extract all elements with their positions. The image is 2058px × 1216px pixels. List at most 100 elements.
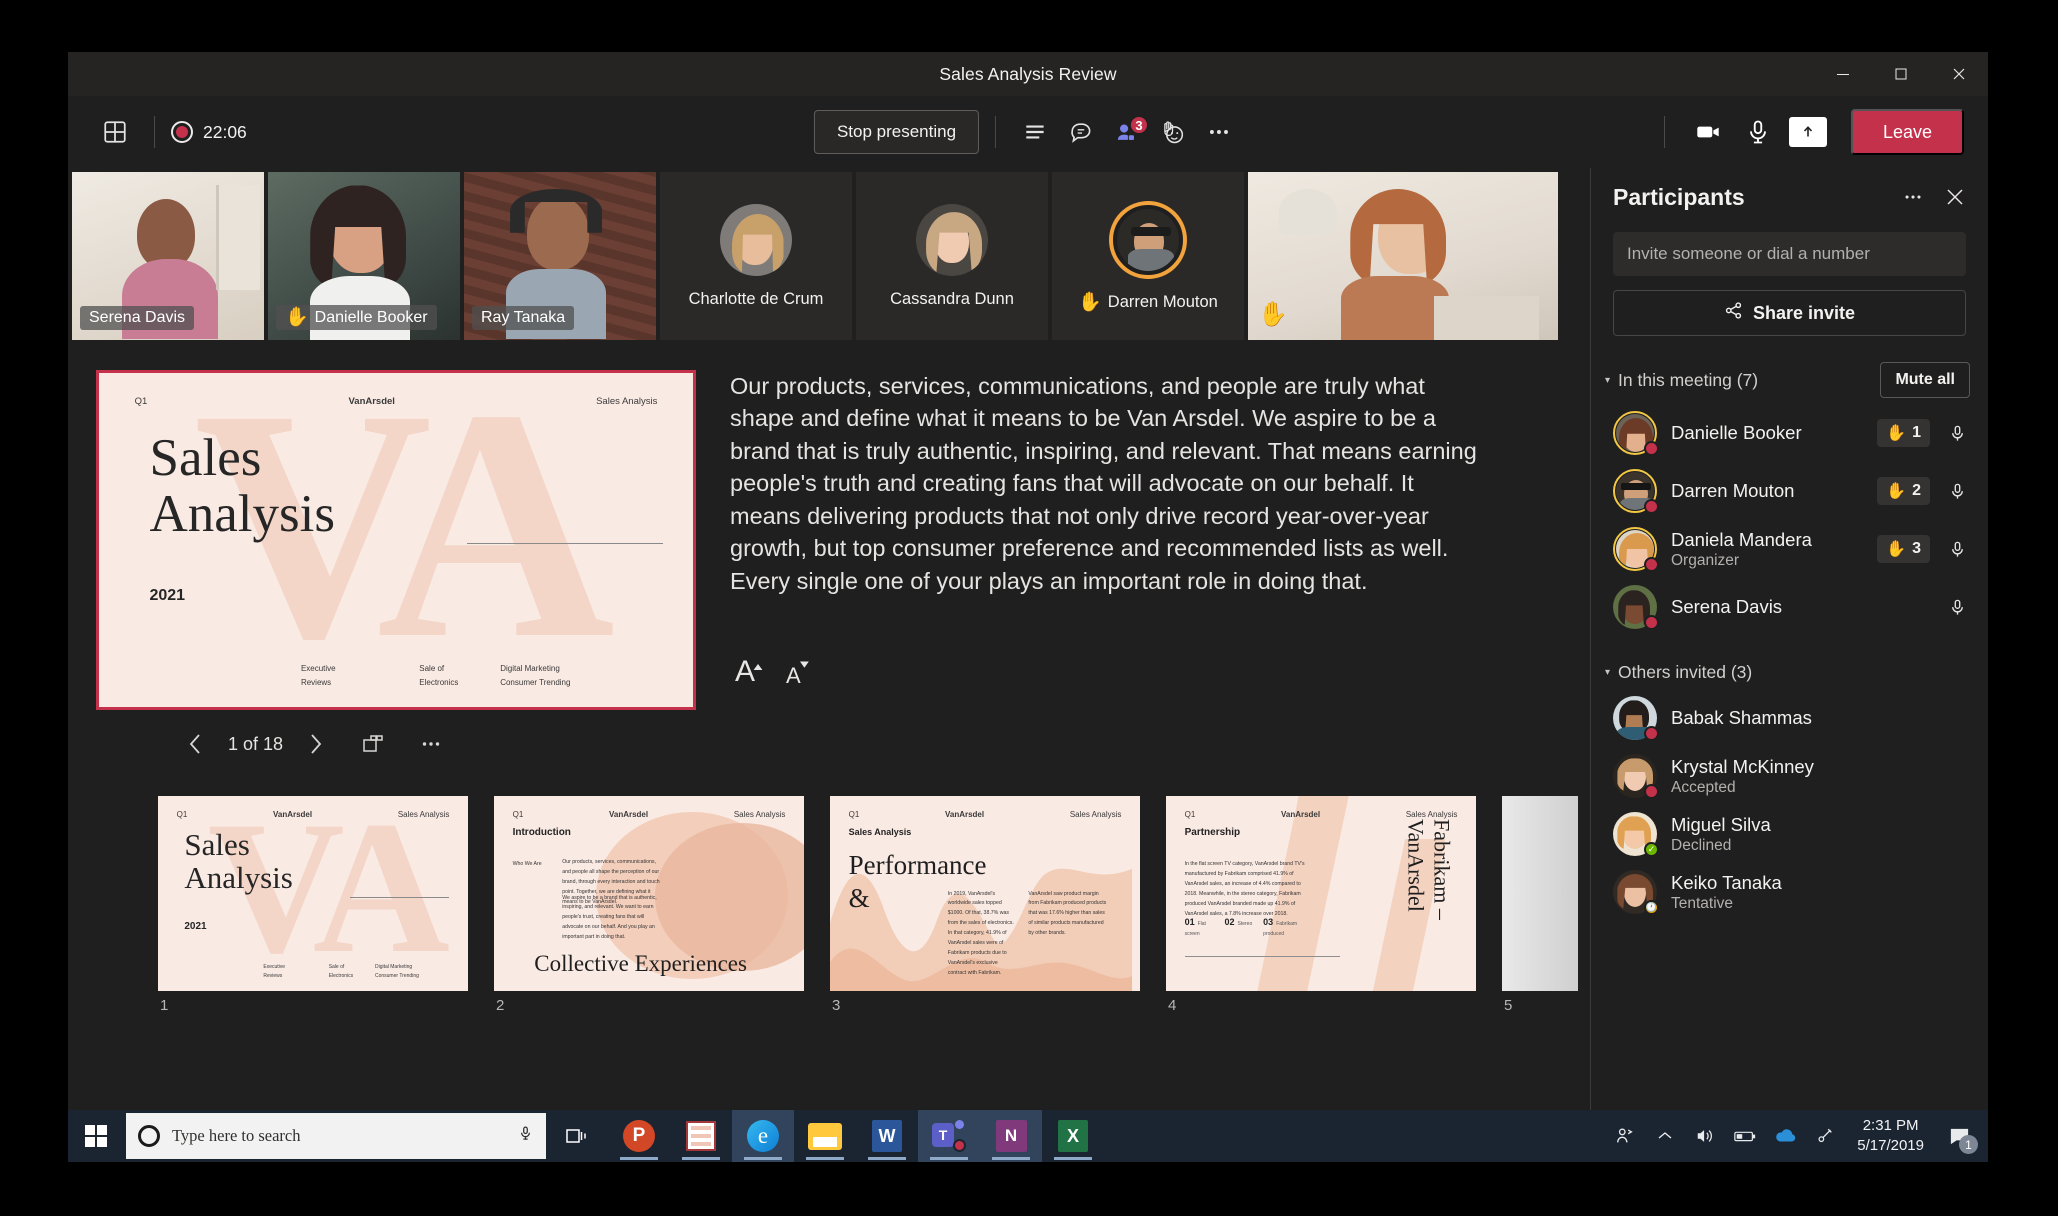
microphone-icon[interactable] bbox=[1944, 540, 1970, 559]
word-app[interactable]: W bbox=[856, 1110, 918, 1162]
more-options-icon[interactable] bbox=[411, 724, 451, 764]
teams-app[interactable]: T bbox=[918, 1110, 980, 1162]
decrease-font-size-icon[interactable]: A bbox=[786, 653, 816, 687]
chat-bubble-icon[interactable] bbox=[1058, 109, 1104, 155]
thumbnail-slide-1[interactable]: VA Q1 VanArsdel Sales Analysis Sales Ana… bbox=[158, 796, 468, 991]
leave-button[interactable]: Leave bbox=[1850, 109, 1964, 155]
thumbnail-item[interactable]: 5 bbox=[1502, 796, 1578, 1162]
close-icon[interactable] bbox=[1938, 180, 1972, 214]
tile-hand-indicator: ✋ bbox=[1256, 300, 1297, 330]
video-tile-danielle-booker[interactable]: ✋ Danielle Booker bbox=[268, 172, 460, 340]
thumbnail-item[interactable]: VA Q1 VanArsdel Sales Analysis Sales Ana… bbox=[158, 796, 468, 1162]
participants-panel: Participants Share invite bbox=[1590, 168, 1988, 1162]
camera-icon[interactable] bbox=[1685, 109, 1731, 155]
battery-icon[interactable] bbox=[1725, 1110, 1765, 1162]
microphone-icon[interactable] bbox=[1944, 598, 1970, 617]
thumbnail-slide-5[interactable] bbox=[1502, 796, 1578, 991]
slide-header: Q1 VanArsdel Sales Analysis bbox=[134, 396, 658, 408]
thumbnail-slide-4[interactable]: Q1 VanArsdel Sales Analysis Partnership … bbox=[1166, 796, 1476, 991]
thumbnail-item[interactable]: Q1 VanArsdel Sales Analysis Sales Analys… bbox=[830, 796, 1140, 1162]
grid-layout-icon[interactable] bbox=[92, 109, 138, 155]
increase-font-size-icon[interactable]: A bbox=[734, 653, 768, 687]
windows-start-icon[interactable] bbox=[68, 1110, 124, 1162]
participant-name: Keiko Tanaka bbox=[1671, 871, 1782, 893]
slide-title: Sales Analysis bbox=[184, 827, 293, 895]
avatar-tile-darren-mouton[interactable]: ✋ Darren Mouton bbox=[1052, 172, 1244, 340]
microphone-icon[interactable] bbox=[517, 1125, 534, 1147]
onenote-app[interactable]: N bbox=[980, 1110, 1042, 1162]
participant-row[interactable]: 🕐 Keiko Tanaka Tentative bbox=[1591, 863, 1988, 921]
lines-list-icon[interactable] bbox=[1012, 109, 1058, 155]
participant-row[interactable]: Danielle Booker ✋ 1 bbox=[1591, 404, 1988, 462]
excel-app[interactable]: X bbox=[1042, 1110, 1104, 1162]
chevron-right-icon[interactable] bbox=[295, 724, 335, 764]
tray-people-icon[interactable] bbox=[1605, 1110, 1645, 1162]
avatar bbox=[1613, 696, 1659, 741]
people-icon[interactable]: 3 bbox=[1104, 109, 1150, 155]
participant-row[interactable]: Darren Mouton ✋ 2 bbox=[1591, 462, 1988, 520]
video-tile-serena-davis[interactable]: Serena Davis bbox=[72, 172, 264, 340]
thumbnail-slide-2[interactable]: Q1 VanArsdel Sales Analysis Introduction… bbox=[494, 796, 804, 991]
video-tile-ray-tanaka[interactable]: Ray Tanaka bbox=[464, 172, 656, 340]
notifications-icon[interactable]: 1 bbox=[1936, 1110, 1982, 1162]
volume-icon[interactable] bbox=[1685, 1110, 1725, 1162]
mute-all-button[interactable]: Mute all bbox=[1880, 362, 1970, 398]
more-options-icon[interactable] bbox=[1896, 180, 1930, 214]
microphone-icon[interactable] bbox=[1944, 424, 1970, 443]
clock[interactable]: 2:31 PM 5/17/2019 bbox=[1845, 1116, 1936, 1157]
stop-presenting-button[interactable]: Stop presenting bbox=[813, 110, 980, 154]
thumbnail-item[interactable]: Q1 VanArsdel Sales Analysis Introduction… bbox=[494, 796, 804, 1162]
edge-icon: e bbox=[747, 1120, 779, 1152]
invite-input[interactable] bbox=[1613, 232, 1966, 276]
show-hidden-icons-icon[interactable] bbox=[1645, 1110, 1685, 1162]
raised-hand-icon: ✋ bbox=[1258, 301, 1288, 328]
share-screen-button[interactable] bbox=[1785, 109, 1831, 155]
current-slide-preview[interactable]: VA Q1 VanArsdel Sales Analysis Sales Ana… bbox=[96, 370, 696, 710]
avatar bbox=[1613, 411, 1659, 456]
all-slides-icon[interactable] bbox=[353, 724, 393, 764]
participant-info: Keiko Tanaka Tentative bbox=[1671, 872, 1970, 913]
participant-row[interactable]: Serena Davis bbox=[1591, 578, 1988, 636]
minimize-button[interactable] bbox=[1814, 52, 1872, 96]
section-header-in-meeting[interactable]: ▾ In this meeting (7) Mute all bbox=[1591, 336, 1988, 404]
file-explorer-app[interactable] bbox=[794, 1110, 856, 1162]
section-header-others-invited[interactable]: ▾ Others invited (3) bbox=[1591, 636, 1988, 689]
avatar-tile-charlotte-de-crum[interactable]: Charlotte de Crum bbox=[660, 172, 852, 340]
microphone-icon[interactable] bbox=[1944, 482, 1970, 501]
onedrive-cloud-icon[interactable] bbox=[1765, 1110, 1805, 1162]
task-view-icon[interactable] bbox=[546, 1110, 608, 1162]
edge-app[interactable]: e bbox=[732, 1110, 794, 1162]
more-options-icon[interactable] bbox=[1196, 109, 1242, 155]
slide-paragraph-1: In the flat screen TV category, VanArsde… bbox=[1184, 861, 1305, 917]
access-app[interactable] bbox=[670, 1110, 732, 1162]
divider bbox=[995, 116, 997, 148]
participant-row[interactable]: Daniela Mandera Organizer ✋ 3 bbox=[1591, 520, 1988, 578]
stat-item: 03 Fabrikam produced bbox=[1263, 916, 1298, 937]
close-button[interactable] bbox=[1930, 52, 1988, 96]
thumbnail-item[interactable]: Q1 VanArsdel Sales Analysis Partnership … bbox=[1166, 796, 1476, 1162]
thumbnail-number: 4 bbox=[1168, 997, 1177, 1014]
presenter-row: VA Q1 VanArsdel Sales Analysis Sales Ana… bbox=[68, 340, 1590, 710]
cortana-circle-icon bbox=[138, 1125, 160, 1147]
raise-hand-reactions-icon[interactable] bbox=[1150, 109, 1196, 155]
participant-row[interactable]: Krystal McKinney Accepted bbox=[1591, 747, 1988, 805]
participant-row[interactable]: ✓ Miguel Silva Declined bbox=[1591, 805, 1988, 863]
word-icon: W bbox=[872, 1120, 902, 1152]
avatar-tile-cassandra-dunn[interactable]: Cassandra Dunn bbox=[856, 172, 1048, 340]
microphone-icon[interactable] bbox=[1735, 109, 1781, 155]
search-box[interactable]: Type here to search bbox=[126, 1113, 546, 1159]
video-tile-main-speaker[interactable]: ✋ bbox=[1248, 172, 1558, 340]
slide-artwork bbox=[1502, 796, 1578, 991]
maximize-button[interactable] bbox=[1872, 52, 1930, 96]
network-pen-icon[interactable] bbox=[1805, 1110, 1845, 1162]
chevron-left-icon[interactable] bbox=[176, 724, 216, 764]
participant-info: Babak Shammas bbox=[1671, 707, 1970, 729]
participant-row[interactable]: Babak Shammas bbox=[1591, 689, 1988, 747]
thumbnail-number: 2 bbox=[496, 997, 505, 1014]
thumbnail-slide-3[interactable]: Q1 VanArsdel Sales Analysis Sales Analys… bbox=[830, 796, 1140, 991]
share-invite-button[interactable]: Share invite bbox=[1613, 290, 1966, 336]
presence-badge bbox=[1644, 499, 1659, 514]
powerpoint-app[interactable]: P bbox=[608, 1110, 670, 1162]
slide-vertical-title: Fabrikam – VanArsdel bbox=[1403, 819, 1455, 921]
people-count-badge: 3 bbox=[1129, 115, 1150, 135]
